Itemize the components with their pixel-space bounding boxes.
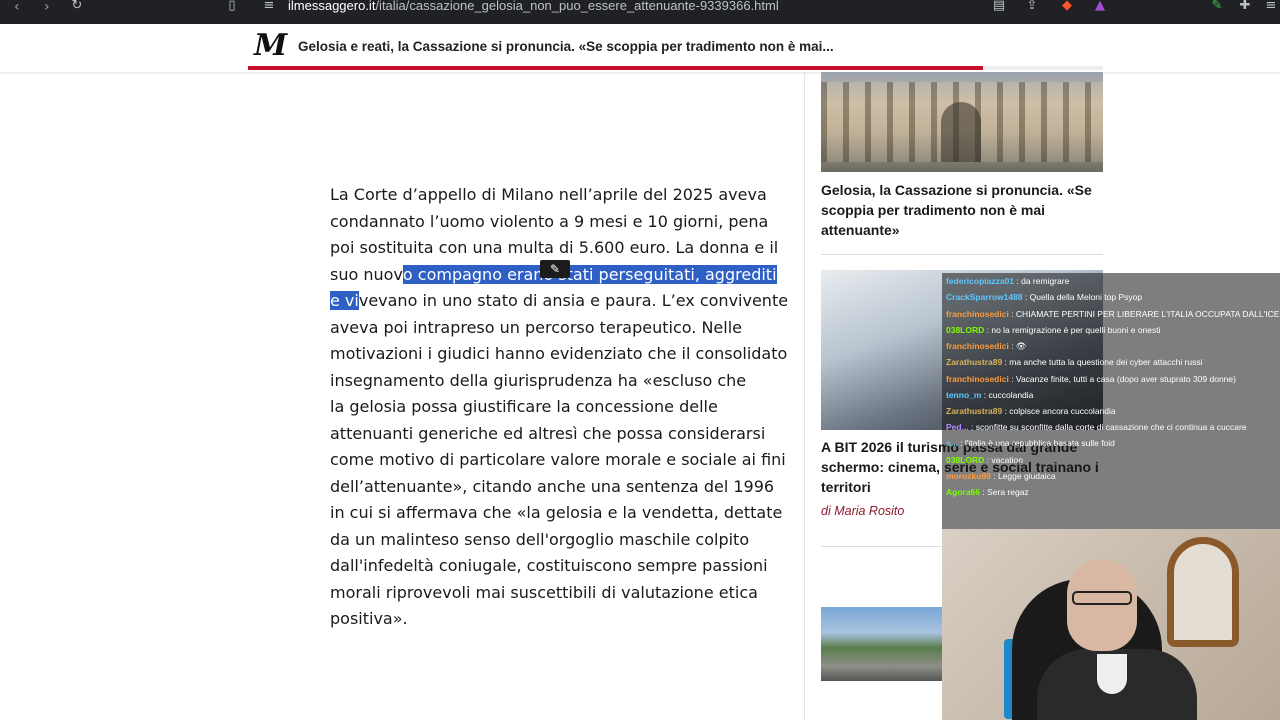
chat-text: : sconfitte su sconfitte dalla corte di … (968, 422, 1247, 433)
menu-icon[interactable]: ≡ (1264, 0, 1278, 13)
chat-username: Ped... (946, 422, 969, 433)
chat-message: tenno_m : cuccolandia (946, 387, 1280, 403)
chat-message: Ped... : sconfitte su sconfitte dalla co… (946, 419, 1280, 435)
article-body: La Corte d’appello di Milano nell’aprile… (330, 182, 790, 633)
extensions-icon[interactable]: ✚ (1238, 0, 1252, 13)
chat-username: Zarathustra89 (946, 406, 1003, 417)
chat-message: CrackSparrow1488 : Quella della Meloni t… (946, 289, 1280, 305)
chat-message: franchinosedici : CHIAMATE PERTINI PER L… (946, 306, 1280, 322)
reading-progress-fill (248, 66, 984, 70)
rewards-icon[interactable]: ▲ (1093, 0, 1107, 13)
article-paragraph: La Corte d’appello di Milano nell’aprile… (330, 182, 790, 394)
card2-author[interactable]: di Maria Rosito (821, 504, 904, 518)
chat-username: franchinosedici (946, 308, 1009, 319)
card1-image[interactable] (821, 72, 1103, 172)
chat-username: s... (946, 438, 958, 449)
site-logo[interactable]: M (254, 30, 287, 62)
chat-username: morozko99 (946, 470, 991, 481)
wall-mirror (1167, 537, 1239, 647)
chat-message: Agora66 : Sera regaz (946, 484, 1280, 500)
building-arch (941, 102, 981, 162)
chat-username: 038LORD (946, 324, 985, 335)
chat-text: : Sera regaz (980, 487, 1029, 498)
chat-text: : l'italia è una repubblica basata sulle… (957, 438, 1115, 449)
card1-title[interactable]: Gelosia, la Cassazione si pronuncia. «Se… (821, 180, 1103, 240)
chat-text: : vacation (984, 454, 1024, 465)
chat-username: Agora66 (946, 487, 981, 498)
chat-username: 038LORD (946, 454, 985, 465)
chat-username: federicopiazza01 (946, 276, 1015, 286)
chat-username: franchinosedici (946, 341, 1009, 352)
chat-text: : colpisce ancora cuccolandia (1002, 406, 1116, 417)
sticky-header: M Gelosia e reati, la Cassazione si pron… (0, 24, 1280, 72)
url-path: /italia/cassazione_gelosia_non_puo_esser… (375, 0, 779, 13)
chat-message: franchinosedici : 👁 (946, 338, 1280, 354)
bookmark-icon[interactable]: ▯ (225, 0, 239, 13)
paragraph-text: vevano in uno stato di ansia e paura. L’… (330, 291, 789, 390)
paragraph-text: la gelosia possa giustificare la concess… (330, 397, 786, 628)
chat-message: morozko99 : Legge giudaica (946, 468, 1280, 484)
chat-text: : da remigrare (1014, 276, 1070, 286)
column-divider (804, 72, 805, 720)
chat-text: : ma anche tutta la questione dei cyber … (1002, 357, 1203, 368)
address-bar[interactable]: ilmessaggero.it/italia/cassazione_gelosi… (288, 0, 779, 14)
chat-message: Zarathustra89 : colpisce ancora cuccolan… (946, 403, 1280, 419)
chat-text: : 👁 (1008, 341, 1027, 352)
share-icon[interactable]: ⇪ (1025, 0, 1039, 13)
chat-username: franchinosedici (946, 373, 1009, 384)
chat-username: tenno_m (946, 389, 982, 400)
streamer-head (1067, 559, 1137, 651)
browser-toolbar: ‹ › ↻ ▯ ≡ ilmessaggero.it/italia/cassazi… (0, 0, 1280, 24)
back-icon[interactable]: ‹ (14, 0, 20, 14)
chat-message: franchinosedici : Vacanze finite, tutti … (946, 371, 1280, 387)
pen-cursor-icon: ✎ (540, 260, 570, 278)
card3-image[interactable] (821, 607, 951, 681)
site-settings-icon[interactable]: ≡ (262, 0, 276, 13)
chat-text: : Quella della Meloni top Psyop (1022, 292, 1143, 303)
sticky-article-title: Gelosia e reati, la Cassazione si pronun… (298, 39, 834, 54)
pen-extension-icon[interactable]: ✎ (1210, 0, 1224, 13)
chat-text: : CHIAMATE PERTINI PER LIBERARE L'ITALIA… (1008, 308, 1280, 319)
reader-mode-icon[interactable]: ▤ (992, 0, 1006, 13)
chat-message: federicopiazza01 : da remigrare (946, 273, 1280, 289)
page: ‹ › ↻ ▯ ≡ ilmessaggero.it/italia/cassazi… (0, 0, 1280, 720)
brave-shield-icon[interactable]: ◆ (1060, 0, 1074, 13)
reload-icon[interactable]: ↻ (70, 0, 84, 13)
chat-text: : cuccolandia (981, 389, 1034, 400)
article-paragraph: la gelosia possa giustificare la concess… (330, 394, 790, 633)
chat-message: 038LORD : vacation (946, 452, 1280, 468)
chat-message: 038LORD : no la remigrazione è per quell… (946, 322, 1280, 338)
reading-progress-bar (248, 66, 1103, 70)
url-host: ilmessaggero.it (288, 0, 376, 13)
chat-text: : Vacanze finite, tutti a casa (dopo ave… (1008, 373, 1236, 384)
chat-username: CrackSparrow1488 (946, 292, 1023, 303)
chat-text: : no la remigrazione è per quelli buoni … (984, 324, 1161, 335)
card-separator (821, 254, 1103, 255)
glasses (1072, 591, 1132, 605)
chat-message: s... : l'italia è una repubblica basata … (946, 435, 1280, 451)
streamer-shirt (1097, 654, 1127, 694)
forward-icon[interactable]: › (44, 0, 50, 14)
chat-message: Zarathustra89 : ma anche tutta la questi… (946, 354, 1280, 370)
webcam-overlay (942, 529, 1280, 720)
chat-username: Zarathustra89 (946, 357, 1003, 368)
chat-text: : Legge giudaica (990, 470, 1056, 481)
stream-chat-overlay: federicopiazza01 : da remigrare CrackSpar… (942, 273, 1280, 529)
